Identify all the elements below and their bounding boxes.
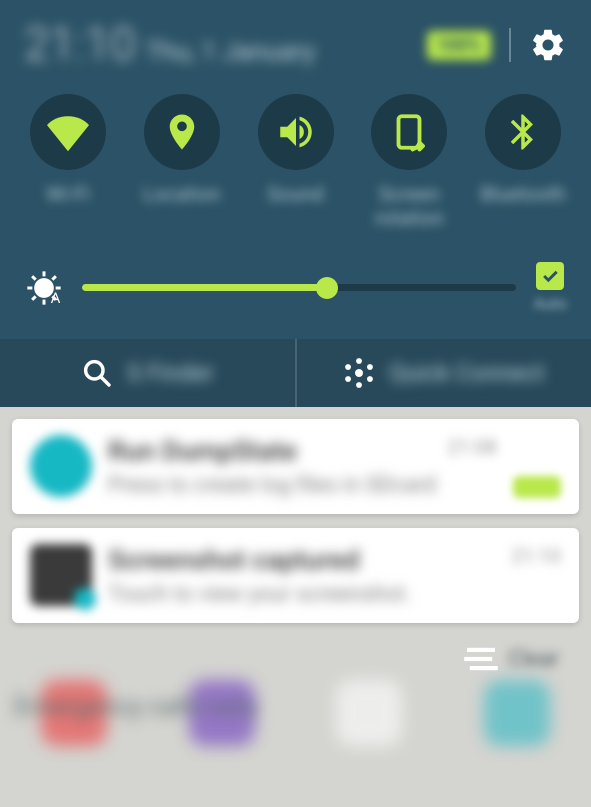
notification-body: Screenshot captured 21:10 Touch to view … [108, 544, 561, 607]
brightness-icon: A [24, 268, 64, 308]
quickconnect-icon [343, 357, 375, 389]
notifications-list: Run DumpState 21:08 Press to create log … [0, 407, 591, 685]
notification-subtitle: Press to create log files in SDcard [108, 473, 497, 498]
toggle-sound[interactable]: Sound [246, 94, 346, 230]
brightness-row: A Auto [0, 248, 591, 339]
location-icon [144, 94, 220, 170]
emergency-text: Emergency calls only [14, 692, 257, 722]
clock-time: 21:10 [24, 18, 136, 72]
toggle-label: Bluetooth [480, 182, 566, 206]
notification-action-pill[interactable] [513, 476, 561, 498]
toggle-label: Location [143, 182, 220, 206]
settings-icon[interactable] [529, 26, 567, 64]
notification-subtitle: Touch to view your screenshot. [108, 582, 561, 607]
auto-label: Auto [534, 294, 567, 313]
notification-panel: 21:10 Thu, 1 January 100% Wi-Fi Location [0, 0, 591, 407]
clear-row: Clear [12, 637, 579, 673]
divider [509, 28, 511, 62]
slider-fill [82, 284, 325, 291]
rotation-icon [371, 94, 447, 170]
toggle-label: Screen rotation [359, 182, 459, 230]
quick-toggles: Wi-Fi Location Sound Screen rotation Blu… [0, 82, 591, 248]
brightness-slider[interactable] [82, 278, 516, 298]
sound-icon [258, 94, 334, 170]
notification-time: 21:08 [447, 435, 497, 459]
battery-badge: 100% [427, 31, 491, 60]
clear-icon[interactable] [464, 645, 498, 673]
quickconnect-label: Quick Connect [389, 359, 544, 387]
app-icon [30, 435, 92, 497]
status-right: 100% [427, 26, 567, 64]
toggle-location[interactable]: Location [132, 94, 232, 230]
home-background [0, 680, 591, 746]
notification-body: Run DumpState 21:08 Press to create log … [108, 435, 497, 498]
notification-card[interactable]: Run DumpState 21:08 Press to create log … [12, 419, 579, 514]
toggle-label: Wi-Fi [46, 182, 90, 206]
wifi-icon [30, 94, 106, 170]
checkbox-checked-icon[interactable] [536, 262, 564, 290]
notification-card[interactable]: Screenshot captured 21:10 Touch to view … [12, 528, 579, 623]
notification-title: Screenshot captured [108, 544, 359, 576]
toggle-wifi[interactable]: Wi-Fi [18, 94, 118, 230]
quickconnect-button[interactable]: Quick Connect [297, 339, 591, 407]
notification-time: 21:10 [511, 544, 561, 568]
search-icon [81, 357, 113, 389]
toggle-rotation[interactable]: Screen rotation [359, 94, 459, 230]
status-bar: 21:10 Thu, 1 January 100% [0, 0, 591, 82]
bluetooth-icon [485, 94, 561, 170]
slider-thumb[interactable] [316, 277, 338, 299]
action-row: S Finder Quick Connect [0, 339, 591, 407]
toggle-bluetooth[interactable]: Bluetooth [473, 94, 573, 230]
clock-date: Thu, 1 January [146, 37, 315, 67]
sfinder-label: S Finder [127, 359, 214, 387]
toggle-label: Sound [267, 182, 324, 206]
clear-label[interactable]: Clear [508, 647, 559, 672]
sfinder-button[interactable]: S Finder [0, 339, 297, 407]
notification-title: Run DumpState [108, 435, 297, 467]
auto-brightness[interactable]: Auto [534, 262, 567, 313]
svg-text:A: A [51, 289, 61, 307]
status-left: 21:10 Thu, 1 January [24, 18, 315, 72]
screenshot-thumbnail [30, 544, 92, 606]
